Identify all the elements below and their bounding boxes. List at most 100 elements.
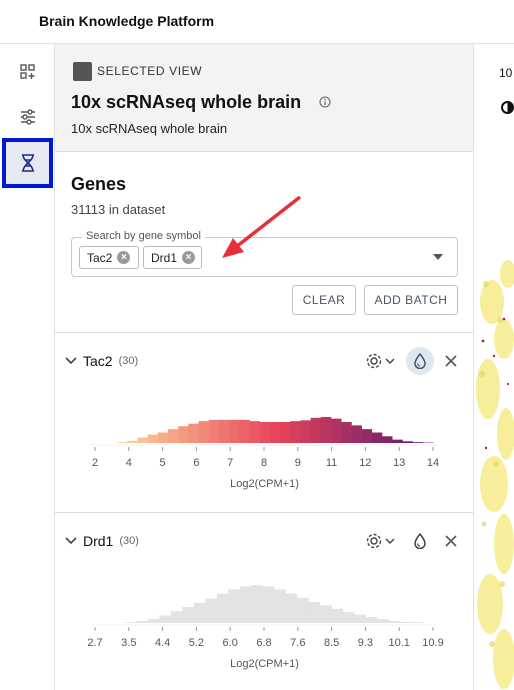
x-tick-label: 4 <box>126 457 132 469</box>
gene-chip-tac2[interactable]: Tac2 × <box>79 246 139 269</box>
dna-icon <box>21 154 34 172</box>
settings-button[interactable] <box>0 93 55 141</box>
x-tick-label: 6.8 <box>256 637 271 649</box>
histogram-bar <box>229 419 240 443</box>
genes-count: 31113 in dataset <box>71 202 166 217</box>
close-icon[interactable] <box>444 534 458 548</box>
x-axis-label: Log2(CPM+1) <box>230 658 299 670</box>
histogram-bar <box>331 608 344 623</box>
histogram-bar <box>136 620 149 623</box>
map-view[interactable]: 10 <box>474 44 514 690</box>
histogram-bar <box>117 442 128 443</box>
histogram-bar <box>365 617 378 623</box>
map-cells <box>476 260 514 689</box>
histogram-bar <box>167 429 179 443</box>
x-tick-label: 6.0 <box>223 637 238 649</box>
histogram-bar <box>290 421 301 443</box>
histogram-bar <box>159 615 172 623</box>
sidebar-rail <box>0 44 55 690</box>
histogram-bar <box>125 622 137 623</box>
gene-symbol: Tac2 <box>83 353 113 369</box>
x-tick-label: 10.9 <box>422 637 443 649</box>
histogram-bar <box>239 586 252 623</box>
x-tick-label: 13 <box>393 457 405 469</box>
droplet-icon <box>414 533 426 549</box>
selected-view-section: SELECTED VIEW 10x scRNAseq whole brain 1… <box>55 44 473 152</box>
histogram-bar <box>331 418 342 443</box>
gene-chip-drd1[interactable]: Drd1 × <box>143 246 202 269</box>
add-widget-button[interactable] <box>0 48 55 96</box>
histogram-bar <box>377 619 389 623</box>
gear-icon[interactable] <box>366 532 396 550</box>
histogram-bar <box>296 597 309 623</box>
genes-heading: Genes <box>71 174 127 194</box>
histogram-bar <box>251 585 263 623</box>
x-tick-label: 7 <box>227 457 233 469</box>
histogram-bar <box>300 420 311 443</box>
histogram-bar <box>239 419 250 443</box>
chip-remove-icon[interactable]: × <box>182 251 196 264</box>
histogram-bar <box>412 442 424 443</box>
histogram-bar <box>269 422 281 443</box>
histogram-bar <box>285 593 298 623</box>
x-tick-label: 9 <box>295 457 301 469</box>
histogram-bar <box>218 419 230 443</box>
histogram-bar <box>127 440 138 443</box>
x-tick-label: 4.4 <box>155 637 170 649</box>
histogram-bar <box>205 598 217 623</box>
chevron-down-icon[interactable] <box>65 537 77 545</box>
histogram-bar <box>262 586 275 623</box>
x-tick-label: 9.3 <box>358 637 373 649</box>
selected-view-kicker: SELECTED VIEW <box>97 64 203 78</box>
x-tick-label: 2.7 <box>87 637 102 649</box>
histogram-bar <box>259 422 271 443</box>
histogram-bar <box>308 602 321 623</box>
app-title: Brain Knowledge Platform <box>39 13 215 29</box>
histogram-bar <box>382 436 393 443</box>
x-tick-label: 8.5 <box>324 637 339 649</box>
info-icon[interactable] <box>319 96 331 108</box>
color-by-gene-button[interactable] <box>406 527 434 555</box>
histogram-bar <box>188 423 199 443</box>
gene-panel: SELECTED VIEW 10x scRNAseq whole brain 1… <box>55 44 474 690</box>
search-label: Search by gene symbol <box>82 230 205 242</box>
gene-card-header[interactable]: Tac2 (30) <box>65 353 138 369</box>
chip-remove-icon[interactable]: × <box>117 251 131 264</box>
gene-card-drd1: Drd1 (30) 2.7 3.5 4.4 5.2 6.0 6.8 7.6 8.5 9.3 10.… <box>55 512 473 690</box>
view-title: 10x scRNAseq whole brain <box>71 92 302 112</box>
add-batch-button[interactable]: ADD BATCH <box>364 285 458 315</box>
sliders-icon <box>20 109 35 125</box>
histogram-bar <box>371 432 383 443</box>
x-tick-label: 2 <box>92 457 98 469</box>
histogram-bar <box>147 618 160 623</box>
histogram-bar <box>170 611 183 623</box>
histogram-bar <box>342 612 355 623</box>
close-icon[interactable] <box>444 354 458 368</box>
color-by-gene-button[interactable] <box>406 347 434 375</box>
x-tick-label: 11 <box>326 457 337 469</box>
chip-label: Tac2 <box>87 250 113 265</box>
histogram-bar <box>228 589 240 623</box>
grid-plus-icon <box>19 64 35 79</box>
x-tick-label: 10.1 <box>388 637 409 649</box>
gene-tools <box>366 527 458 555</box>
x-tick-label: 8 <box>261 457 267 469</box>
clear-button[interactable]: CLEAR <box>292 285 356 315</box>
gene-card-header[interactable]: Drd1 (30) <box>65 533 139 549</box>
histogram-bar <box>193 602 206 623</box>
histogram-bar <box>198 421 210 443</box>
x-tick-label: 7.6 <box>290 637 305 649</box>
genes-button[interactable] <box>2 138 53 188</box>
gear-icon[interactable] <box>366 352 396 370</box>
histogram-bar <box>182 607 195 623</box>
x-tick-label: 5 <box>160 457 166 469</box>
gene-card-tac2: Tac2 (30) 2 4 5 6 7 8 9 11 12 13 14 Log2(CPM+1) <box>55 332 473 512</box>
chevron-down-icon[interactable] <box>65 357 77 365</box>
gene-tools <box>366 347 458 375</box>
histogram-bar <box>354 614 366 623</box>
histogram-bar <box>402 441 413 443</box>
gene-search-input[interactable]: Search by gene symbol Tac2 × Drd1 × <box>71 230 458 277</box>
dropdown-arrow-icon[interactable] <box>433 254 443 260</box>
histogram-bar <box>208 419 220 443</box>
view-subtitle: 10x scRNAseq whole brain <box>71 121 228 136</box>
